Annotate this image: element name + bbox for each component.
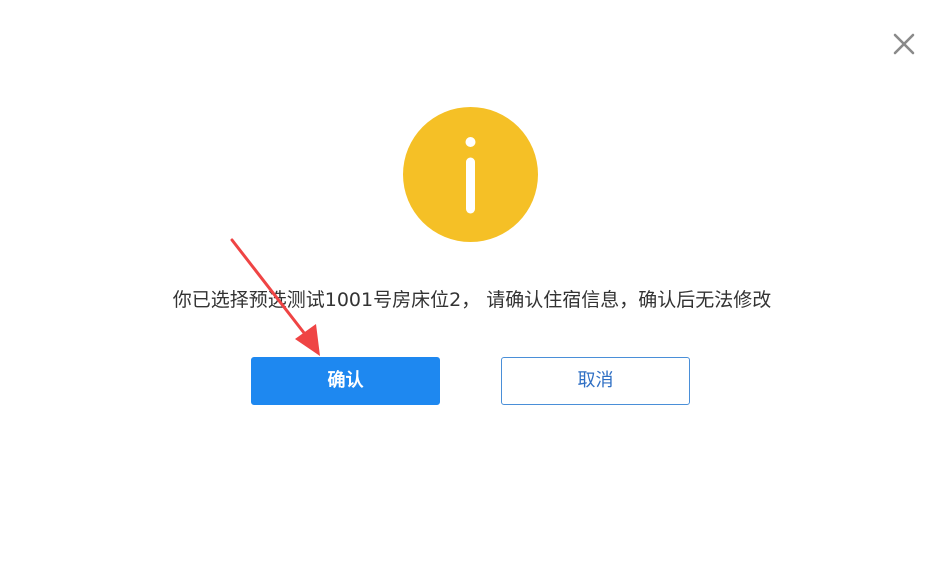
- confirm-dialog: 你已选择预选测试1001号房床位2， 请确认住宿信息，确认后无法修改 确认 取消: [0, 0, 944, 567]
- close-icon: [893, 33, 915, 55]
- cancel-button[interactable]: 取消: [501, 357, 690, 405]
- dialog-message: 你已选择预选测试1001号房床位2， 请确认住宿信息，确认后无法修改: [172, 289, 772, 311]
- info-icon: [403, 107, 538, 242]
- close-button[interactable]: [890, 30, 918, 58]
- confirm-button[interactable]: 确认: [251, 357, 440, 405]
